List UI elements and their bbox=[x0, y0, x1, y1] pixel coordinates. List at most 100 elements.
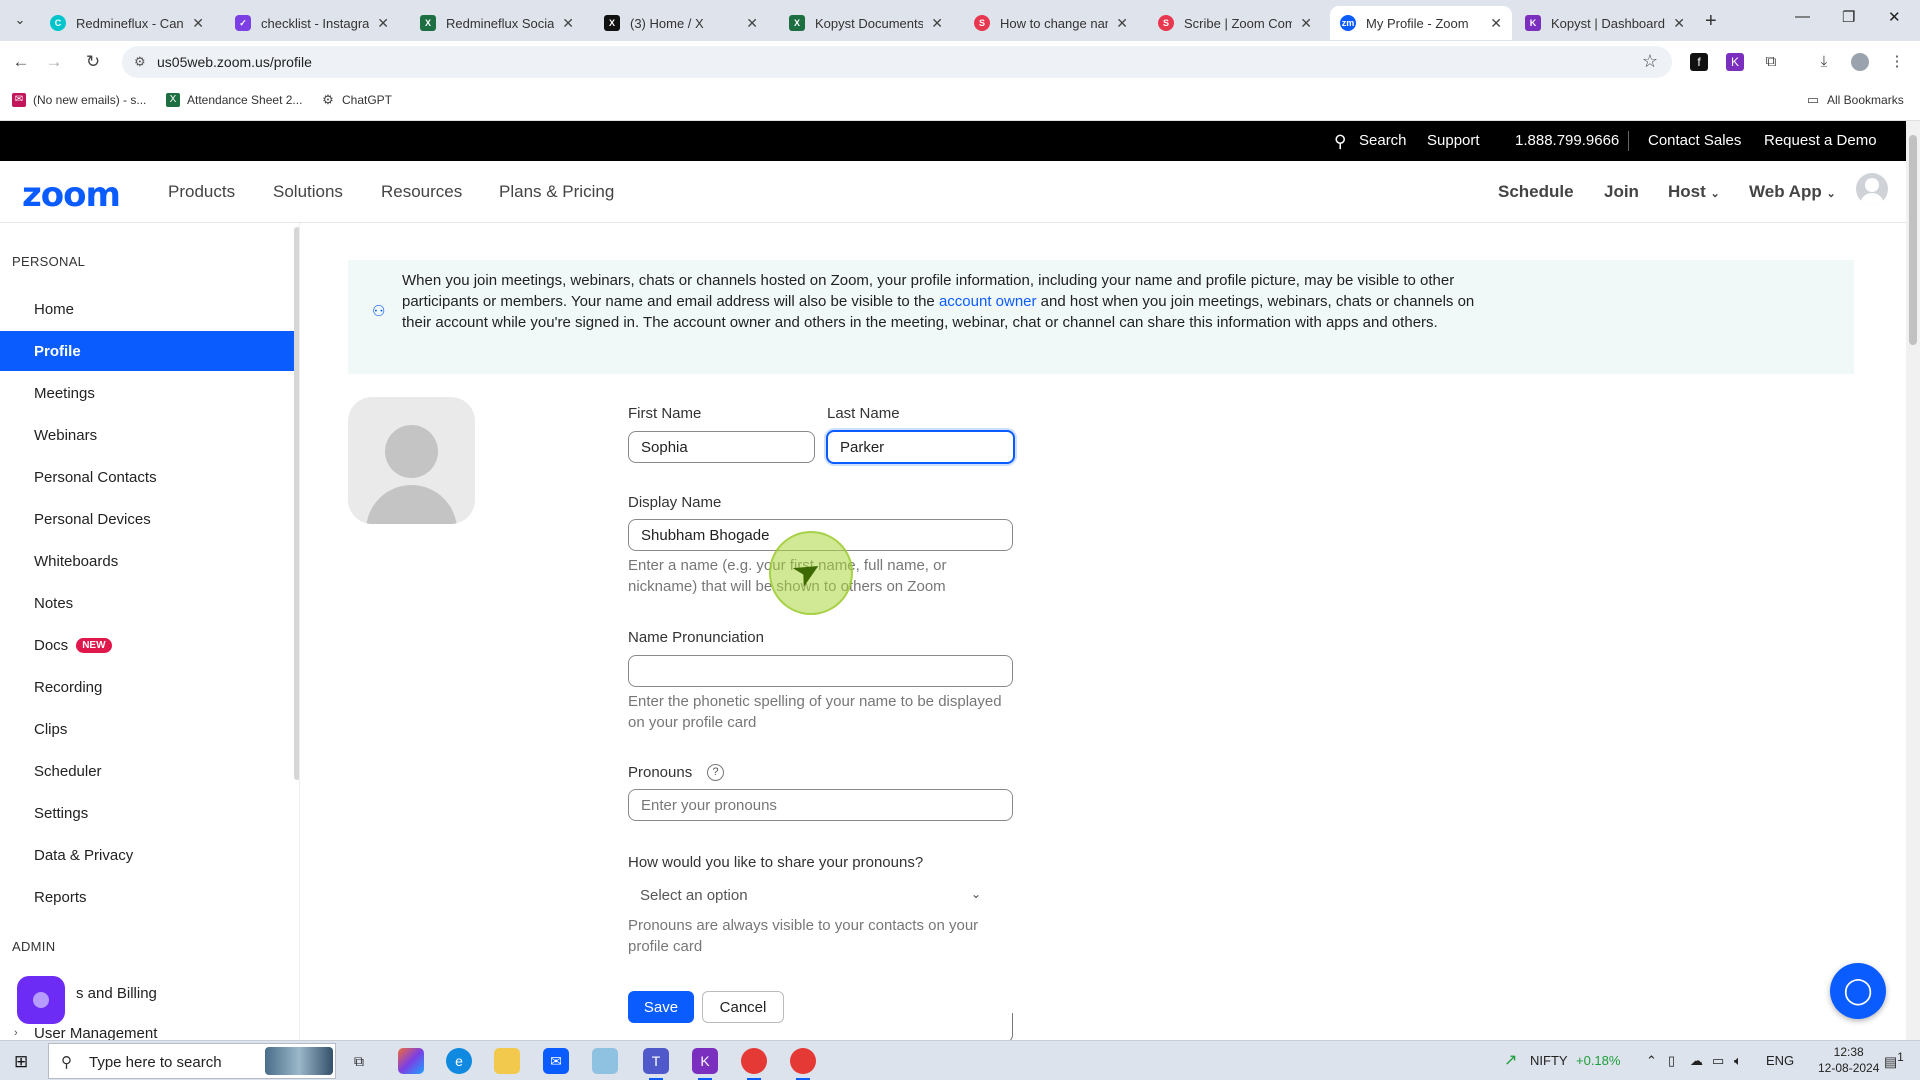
chevron-up-icon[interactable]: ⌃ bbox=[1646, 1053, 1657, 1069]
close-icon[interactable]: ✕ bbox=[562, 15, 574, 32]
sidebar-item-data-privacy[interactable]: Data & Privacy bbox=[0, 835, 294, 875]
notifications-icon[interactable]: ▤1 bbox=[1884, 1051, 1904, 1071]
pronouns-input[interactable] bbox=[628, 789, 1013, 821]
extensions-puzzle-icon[interactable]: ⧉ bbox=[1762, 53, 1780, 71]
file-explorer-icon[interactable] bbox=[494, 1048, 520, 1074]
sidebar-item-meetings[interactable]: Meetings bbox=[0, 373, 294, 413]
address-bar[interactable]: ⚙ us05web.zoom.us/profile ☆ bbox=[122, 46, 1672, 78]
sidebar-item-personal-contacts[interactable]: Personal Contacts bbox=[0, 457, 294, 497]
join-link[interactable]: Join bbox=[1604, 182, 1639, 202]
all-bookmarks[interactable]: ▭ All Bookmarks bbox=[1806, 93, 1904, 108]
bookmark-item[interactable]: X Attendance Sheet 2... bbox=[166, 93, 302, 107]
sidebar-item-whiteboards[interactable]: Whiteboards bbox=[0, 541, 294, 581]
close-icon[interactable]: ✕ bbox=[377, 15, 389, 32]
sidebar-item-personal-devices[interactable]: Personal Devices bbox=[0, 499, 294, 539]
close-icon[interactable]: ✕ bbox=[1116, 15, 1128, 32]
sidebar-item-settings[interactable]: Settings bbox=[0, 793, 294, 833]
extension-icon[interactable]: f bbox=[1690, 53, 1708, 71]
url-text[interactable]: us05web.zoom.us/profile bbox=[157, 54, 312, 70]
minimize-icon[interactable]: — bbox=[1795, 8, 1810, 25]
forward-arrow-icon[interactable]: → bbox=[43, 51, 65, 73]
nav-plans-pricing[interactable]: Plans & Pricing bbox=[499, 182, 614, 202]
account-owner-link[interactable]: account owner bbox=[939, 293, 1037, 310]
windows-start-icon[interactable]: ⊞ bbox=[14, 1052, 28, 1072]
close-icon[interactable]: ✕ bbox=[192, 15, 204, 32]
sidebar-item-profile[interactable]: Profile bbox=[0, 331, 294, 371]
chat-bubble-button[interactable]: ◯ bbox=[1830, 963, 1886, 1019]
zoom-logo[interactable]: zoom bbox=[22, 175, 121, 215]
site-info-icon[interactable]: ⚙ bbox=[134, 54, 146, 70]
nav-products[interactable]: Products bbox=[168, 182, 235, 202]
stock-chart-icon[interactable]: ↗ bbox=[1504, 1050, 1517, 1070]
cloud-icon[interactable]: ☁ bbox=[1690, 1053, 1703, 1069]
search-icon[interactable]: ⚲ bbox=[1334, 132, 1346, 152]
browser-tab[interactable]: C Redmineflux - Canva ✕ bbox=[40, 6, 214, 40]
cancel-button[interactable]: Cancel bbox=[702, 991, 784, 1023]
browser-tab-active[interactable]: zm My Profile - Zoom ✕ bbox=[1330, 6, 1512, 40]
share-pronouns-select[interactable]: Select an option ⌄ bbox=[628, 879, 993, 911]
search-link[interactable]: Search bbox=[1359, 132, 1407, 149]
clock[interactable]: 12:38 12-08-2024 bbox=[1818, 1044, 1879, 1076]
scrollbar-thumb[interactable] bbox=[1909, 135, 1917, 345]
profile-picture[interactable] bbox=[348, 397, 475, 524]
sidebar-item-clips[interactable]: Clips bbox=[0, 709, 294, 749]
copilot-icon[interactable] bbox=[398, 1048, 424, 1074]
support-link[interactable]: Support bbox=[1427, 132, 1480, 149]
first-name-input[interactable] bbox=[628, 431, 815, 463]
browser-menu-icon[interactable]: ⋮ bbox=[1888, 53, 1906, 71]
host-menu[interactable]: Host ⌄ bbox=[1668, 182, 1720, 202]
tab-search-chevron-icon[interactable]: ⌄ bbox=[10, 10, 30, 30]
browser-tab[interactable]: X Redmineflux Social M ✕ bbox=[410, 6, 584, 40]
close-icon[interactable]: ✕ bbox=[746, 15, 758, 32]
close-icon[interactable]: ✕ bbox=[931, 15, 943, 32]
reload-icon[interactable]: ↻ bbox=[82, 51, 104, 73]
help-icon[interactable]: ? bbox=[707, 764, 724, 781]
name-pronunciation-input[interactable] bbox=[628, 655, 1013, 687]
web-app-menu[interactable]: Web App ⌄ bbox=[1749, 182, 1836, 202]
close-icon[interactable]: ✕ bbox=[1300, 15, 1312, 32]
sidebar-item-reports[interactable]: Reports bbox=[0, 877, 294, 917]
download-icon[interactable]: ⤓ bbox=[1815, 53, 1833, 71]
user-avatar-icon[interactable] bbox=[1856, 173, 1888, 205]
schedule-link[interactable]: Schedule bbox=[1498, 182, 1574, 202]
edge-icon[interactable]: e bbox=[446, 1048, 472, 1074]
kopyst-launcher-button[interactable] bbox=[17, 976, 65, 1024]
bookmark-item[interactable]: ⚙ ChatGPT bbox=[321, 93, 392, 108]
window-close-icon[interactable]: ✕ bbox=[1888, 8, 1901, 26]
sidebar-item-recording[interactable]: Recording bbox=[0, 667, 294, 707]
sidebar-item-home[interactable]: Home bbox=[0, 289, 294, 329]
device-icon[interactable]: ▯ bbox=[1668, 1053, 1675, 1069]
kopyst-icon[interactable]: K bbox=[692, 1048, 718, 1080]
close-icon[interactable]: ✕ bbox=[1673, 15, 1685, 32]
page-scrollbar[interactable] bbox=[1906, 121, 1920, 1040]
nav-solutions[interactable]: Solutions bbox=[273, 182, 343, 202]
taskbar-search[interactable]: ⚲ Type here to search bbox=[48, 1043, 336, 1079]
browser-tab[interactable]: S How to change name ✕ bbox=[964, 6, 1138, 40]
sidebar-item-scheduler[interactable]: Scheduler bbox=[0, 751, 294, 791]
volume-icon[interactable]: 🔈︎ bbox=[1734, 1053, 1742, 1069]
save-button[interactable]: Save bbox=[628, 991, 694, 1023]
sidebar-item-webinars[interactable]: Webinars bbox=[0, 415, 294, 455]
browser-tab[interactable]: X Kopyst Documents Cr ✕ bbox=[779, 6, 953, 40]
contact-sales-link[interactable]: Contact Sales bbox=[1648, 132, 1741, 149]
teams-icon[interactable]: T bbox=[643, 1048, 669, 1080]
close-icon[interactable]: ✕ bbox=[1490, 15, 1502, 32]
kopyst-extension-icon[interactable]: K bbox=[1726, 53, 1744, 71]
chrome-icon[interactable] bbox=[741, 1048, 767, 1080]
chrome-icon[interactable] bbox=[790, 1048, 816, 1080]
nav-resources[interactable]: Resources bbox=[381, 182, 462, 202]
network-icon[interactable]: ▭ bbox=[1712, 1053, 1724, 1069]
profile-avatar-icon[interactable] bbox=[1851, 53, 1869, 71]
last-name-input[interactable] bbox=[826, 430, 1015, 464]
bookmark-item[interactable]: ✉ (No new emails) - s... bbox=[12, 93, 146, 107]
new-tab-plus-icon[interactable]: + bbox=[1705, 10, 1717, 33]
browser-tab[interactable]: S Scribe | Zoom Comm ✕ bbox=[1148, 6, 1322, 40]
sidebar-item-docs[interactable]: Docs NEW bbox=[0, 625, 294, 665]
request-demo-link[interactable]: Request a Demo bbox=[1764, 132, 1877, 149]
task-view-icon[interactable]: ⧉ bbox=[346, 1048, 372, 1074]
restore-icon[interactable]: ❐ bbox=[1842, 8, 1855, 26]
bookmark-star-icon[interactable]: ☆ bbox=[1642, 51, 1658, 72]
browser-tab[interactable]: K Kopyst | Dashboard ✕ bbox=[1515, 6, 1695, 40]
app-icon[interactable] bbox=[592, 1048, 618, 1074]
mail-icon[interactable]: ✉ bbox=[543, 1048, 569, 1074]
